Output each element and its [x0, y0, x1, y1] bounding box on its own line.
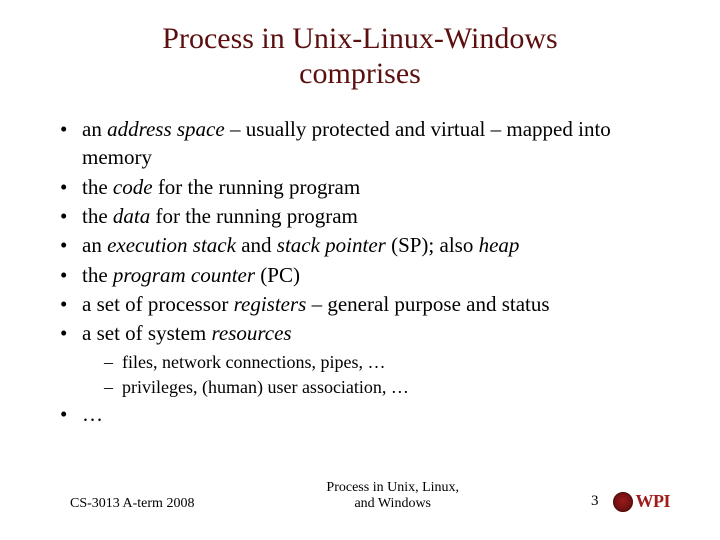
slide-content: an address space – usually protected and… — [50, 115, 670, 430]
footer-left: CS-3013 A-term 2008 — [70, 496, 194, 512]
slide: Process in Unix-Linux-Windows comprises … — [0, 0, 720, 540]
wpi-logo: WPI — [613, 491, 671, 512]
sub-list-item: files, network connections, pipes, … — [108, 350, 670, 374]
list-item: … — [68, 400, 670, 428]
page-number: 3 — [591, 493, 599, 510]
title-line-2: comprises — [299, 57, 421, 90]
slide-title: Process in Unix-Linux-Windows comprises — [50, 22, 670, 91]
title-line-1: Process in Unix-Linux-Windows — [162, 22, 557, 55]
sub-list: files, network connections, pipes, … pri… — [82, 350, 670, 400]
wpi-logo-text: WPI — [636, 491, 671, 512]
footer-center: Process in Unix, Linux, and Windows — [194, 480, 591, 512]
bullet-list: an address space – usually protected and… — [68, 115, 670, 429]
list-item: a set of processor registers – general p… — [68, 290, 670, 318]
list-item: the data for the running program — [68, 202, 670, 230]
list-item: an execution stack and stack pointer (SP… — [68, 231, 670, 259]
sub-list-item: privileges, (human) user association, … — [108, 375, 670, 399]
slide-footer: CS-3013 A-term 2008 Process in Unix, Lin… — [0, 480, 720, 512]
list-item: the program counter (PC) — [68, 261, 670, 289]
footer-right: 3 WPI — [591, 491, 670, 512]
list-item: the code for the running program — [68, 173, 670, 201]
wpi-seal-icon — [613, 492, 633, 512]
list-item: a set of system resources files, network… — [68, 319, 670, 399]
list-item: an address space – usually protected and… — [68, 115, 670, 172]
